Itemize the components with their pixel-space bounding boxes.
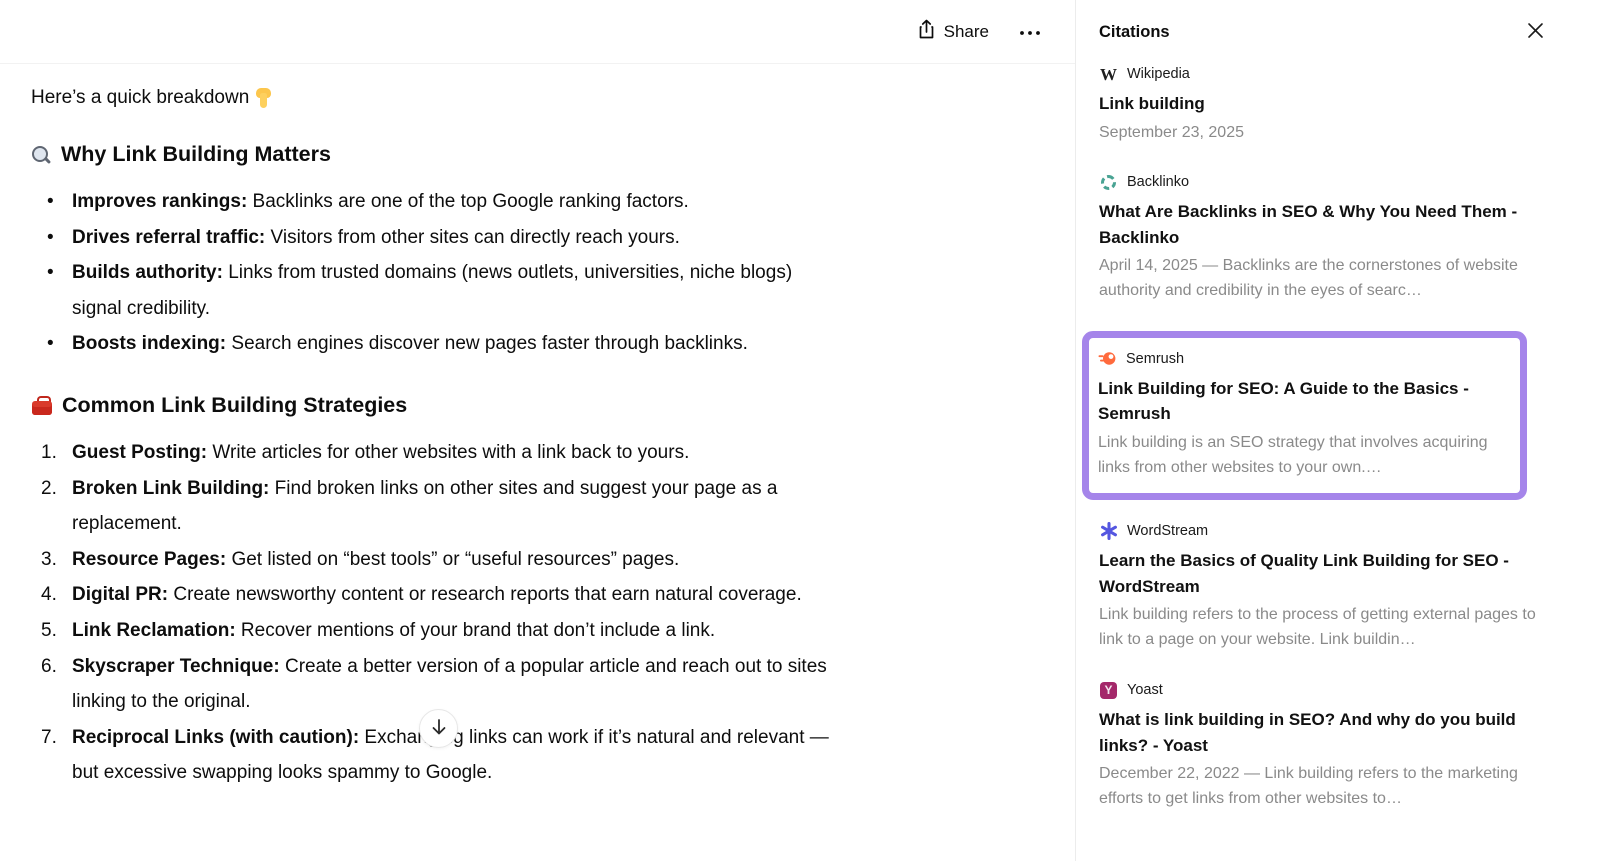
arrow-down-icon xyxy=(431,718,447,739)
list-item: Broken Link Building: Find broken links … xyxy=(41,471,778,535)
intro-line: Here’s a quick breakdown xyxy=(31,85,860,111)
intro-text: Here’s a quick breakdown xyxy=(31,87,250,108)
citation-source-name: Yoast xyxy=(1127,682,1163,699)
citation-source-row: Backlinko xyxy=(1099,172,1538,192)
toolbox-emoji-icon xyxy=(31,395,53,416)
semrush-icon xyxy=(1098,349,1117,368)
share-label: Share xyxy=(943,21,989,41)
yoast-icon: Y xyxy=(1099,681,1118,700)
wikipedia-icon: W xyxy=(1100,64,1117,84)
close-citations-button[interactable] xyxy=(1527,22,1544,42)
list-item: Skyscraper Technique: Create a better ve… xyxy=(41,649,827,713)
citation-title: What Are Backlinks in SEO & Why You Need… xyxy=(1099,202,1518,247)
citations-panel-title: Citations xyxy=(1099,22,1170,41)
share-icon xyxy=(917,19,936,45)
citation-entry-semrush: Semrush Link Building for SEO: A Guide t… xyxy=(1098,349,1512,481)
citation-snippet: December 22, 2022 — Link building refers… xyxy=(1099,765,1518,807)
more-options-button[interactable] xyxy=(1019,24,1041,39)
citation-entry-semrush-highlighted[interactable]: Semrush Link Building for SEO: A Guide t… xyxy=(1082,330,1527,501)
citation-snippet: Link building refers to the process of g… xyxy=(1099,606,1536,649)
app-window: Share Here’s a quick breakdown Why Link … xyxy=(0,0,1600,861)
pointing-down-emoji-icon xyxy=(255,87,273,109)
citation-title: Learn the Basics of Quality Link Buildin… xyxy=(1099,551,1509,596)
main-topbar: Share xyxy=(0,0,1075,64)
citation-snippet: April 14, 2025 — Backlinks are the corne… xyxy=(1099,257,1518,300)
list-item: Digital PR: Create newsworthy content or… xyxy=(41,577,802,612)
list-item: Boosts indexing: Search engines discover… xyxy=(31,326,831,362)
citation-entry-yoast[interactable]: Y Yoast What is link building in SEO? An… xyxy=(1099,680,1538,812)
citation-title: Link building xyxy=(1099,94,1205,113)
list-item: Builds authority: Links from trusted dom… xyxy=(31,255,831,326)
citation-source-row: W Wikipedia xyxy=(1099,64,1538,84)
magnifier-emoji-icon xyxy=(31,144,52,166)
share-button[interactable]: Share xyxy=(917,19,989,45)
citation-entry-backlinko[interactable]: Backlinko What Are Backlinks in SEO & Wh… xyxy=(1099,172,1538,304)
citation-entry-wikipedia[interactable]: W Wikipedia Link building September 23, … xyxy=(1099,64,1538,145)
backlinko-icon xyxy=(1099,173,1118,192)
citations-panel-header: Citations xyxy=(1076,0,1600,64)
citation-source-row: WordStream xyxy=(1099,521,1538,541)
citation-snippet: Link building is an SEO strategy that in… xyxy=(1098,433,1488,476)
citations-panel: Citations W Wikipedia Link building Sept… xyxy=(1076,0,1600,861)
citation-date: September 23, 2025 xyxy=(1099,123,1244,141)
main-document-area: Share Here’s a quick breakdown Why Link … xyxy=(0,0,1076,861)
citation-source-name: WordStream xyxy=(1127,523,1209,540)
document-content: Here’s a quick breakdown Why Link Buildi… xyxy=(0,64,860,791)
citation-source-name: Semrush xyxy=(1126,350,1185,367)
list-item: Link Reclamation: Recover mentions of yo… xyxy=(41,613,716,648)
citation-entry-wordstream[interactable]: WordStream Learn the Basics of Quality L… xyxy=(1099,521,1538,653)
citation-title: Link Building for SEO: A Guide to the Ba… xyxy=(1098,378,1469,424)
close-icon xyxy=(1527,22,1544,42)
scroll-to-bottom-button[interactable] xyxy=(419,709,458,748)
citation-source-name: Wikipedia xyxy=(1127,66,1190,82)
list-item: Guest Posting: Write articles for other … xyxy=(41,435,690,470)
ellipsis-icon xyxy=(1019,24,1041,39)
citation-source-row: Semrush xyxy=(1098,349,1512,369)
list-item: Improves rankings: Backlinks are one of … xyxy=(31,184,831,220)
citation-source-row: Y Yoast xyxy=(1099,680,1538,700)
list-item: Drives referral traffic: Visitors from o… xyxy=(31,220,831,256)
list-item: Resource Pages: Get listed on “best tool… xyxy=(41,542,680,577)
citation-title: What is link building in SEO? And why do… xyxy=(1099,710,1516,755)
section-heading-why-link-building-matters: Why Link Building Matters xyxy=(31,141,860,168)
benefits-bullet-list: Improves rankings: Backlinks are one of … xyxy=(31,184,831,362)
wordstream-icon xyxy=(1099,522,1118,541)
citation-source-name: Backlinko xyxy=(1127,174,1190,191)
section-heading-common-strategies: Common Link Building Strategies xyxy=(31,392,860,419)
